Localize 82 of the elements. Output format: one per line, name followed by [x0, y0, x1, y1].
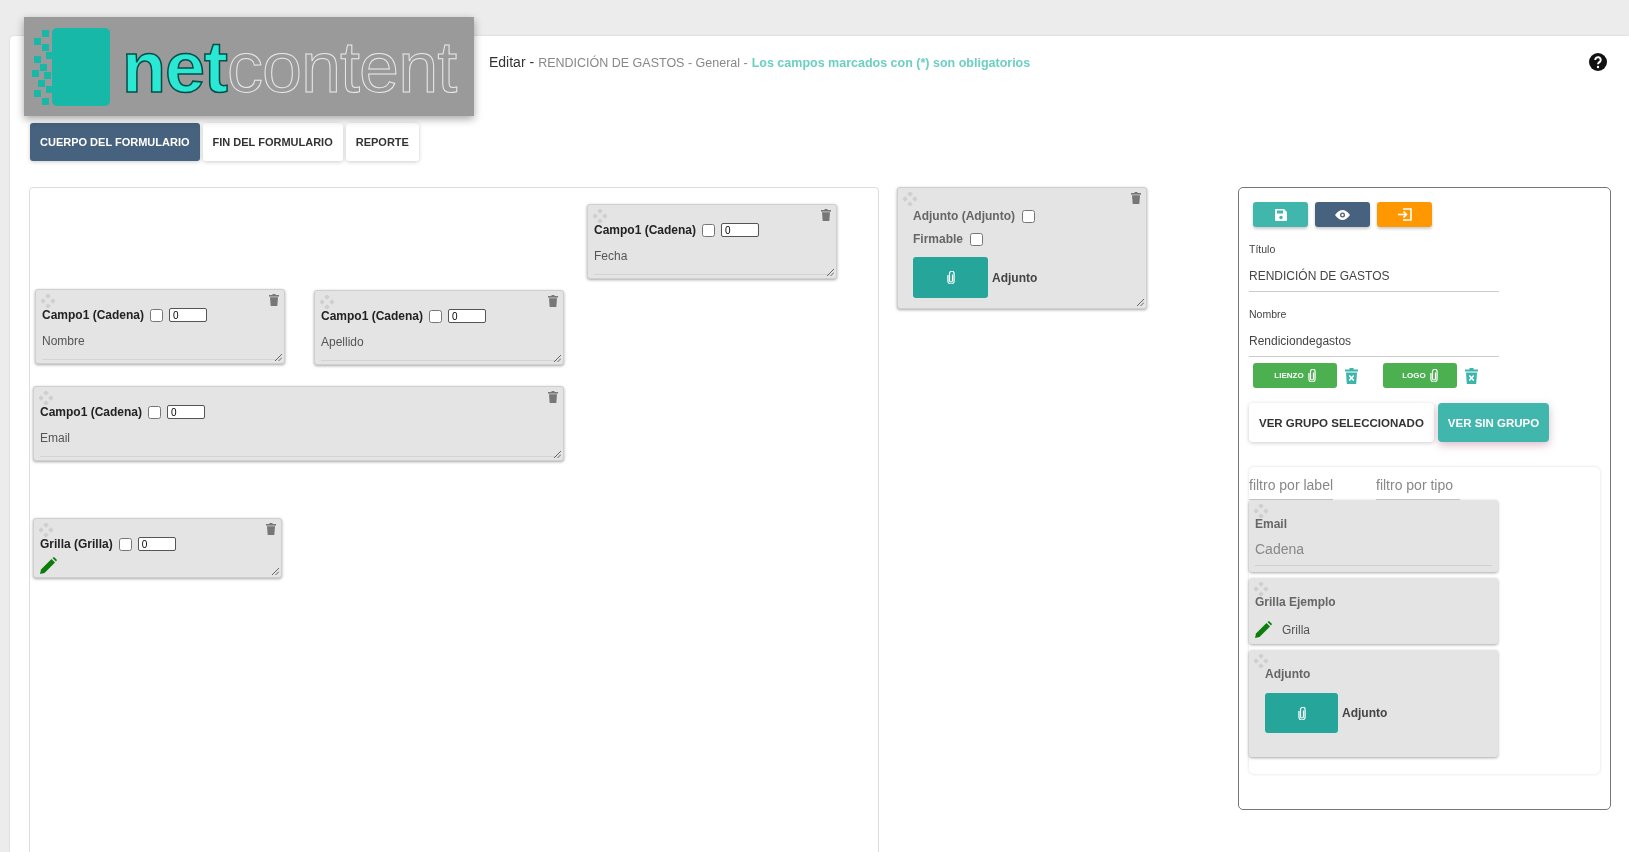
field-widget[interactable]: Campo1 (Cadena) 0 Apellido	[314, 290, 564, 365]
field-title: Campo1 (Cadena)	[594, 223, 697, 237]
field-label: Nombre	[42, 334, 86, 348]
field-list-item[interactable]: Email Cadena	[1249, 500, 1498, 572]
text-field[interactable]: Rendiciondegastos	[1249, 334, 1499, 356]
pencil-icon[interactable]	[40, 557, 57, 574]
field-title: Grilla (Grilla)	[40, 537, 113, 551]
delete-icon[interactable]	[1465, 367, 1478, 384]
attachment-label: Adjunto	[992, 270, 1038, 285]
help-icon[interactable]	[1589, 53, 1607, 71]
header-text: RENDICIÓN DE GASTOS - General -	[538, 56, 748, 70]
field-label: Título	[1249, 243, 1277, 255]
signable-checkbox[interactable]	[970, 232, 983, 246]
field-label: Nombre	[1249, 308, 1288, 320]
order-input[interactable]: 0	[721, 223, 760, 237]
trash-icon[interactable]	[548, 295, 558, 307]
header-text: Editar -	[489, 54, 535, 70]
filter-field[interactable]: filtro por label	[1249, 473, 1333, 500]
required-checkbox[interactable]	[702, 223, 716, 237]
group-toggle-button[interactable]: VER GRUPO SELECCIONADO	[1249, 403, 1434, 442]
order-input[interactable]: 0	[448, 309, 487, 323]
trash-icon[interactable]	[821, 209, 831, 221]
resize-grip-icon[interactable]	[553, 354, 561, 362]
field-list-item[interactable]: Adjunto Adjunto	[1249, 650, 1498, 757]
field-label: Email	[40, 431, 71, 445]
resize-grip-icon[interactable]	[1136, 298, 1144, 306]
item-type: Cadena	[1255, 541, 1492, 566]
required-checkbox[interactable]	[118, 537, 132, 551]
item-title: Grilla Ejemplo	[1255, 595, 1337, 609]
field-label: Apellido	[321, 335, 365, 349]
text-field[interactable]: RENDICIÓN DE GASTOS	[1249, 269, 1499, 291]
trash-icon[interactable]	[1131, 192, 1141, 204]
resize-grip-icon[interactable]	[553, 450, 561, 458]
paperclip-icon	[1307, 369, 1316, 382]
field-widget[interactable]: Campo1 (Cadena) 0 Fecha	[587, 204, 837, 279]
trash-icon[interactable]	[266, 523, 276, 535]
attach-button[interactable]	[913, 257, 988, 298]
field-label: Fecha	[594, 249, 629, 263]
save-button[interactable]	[1253, 202, 1308, 227]
field-list-item[interactable]: Grilla Ejemplo Grilla	[1249, 578, 1498, 644]
attachment-widget[interactable]: Adjunto (Adjunto) Firmable Adjunto	[897, 187, 1147, 309]
field-title: Campo1 (Cadena)	[42, 308, 145, 322]
field-widget[interactable]: Campo1 (Cadena) 0 Nombre	[35, 289, 285, 364]
item-title: Email	[1255, 517, 1288, 531]
required-checkbox[interactable]	[429, 309, 443, 323]
field-widget[interactable]: Campo1 (Cadena) 0 Email	[33, 386, 564, 461]
resize-grip-icon[interactable]	[271, 567, 279, 575]
exit-button[interactable]	[1377, 202, 1432, 227]
order-input[interactable]: 0	[169, 308, 208, 322]
paperclip-icon	[1297, 706, 1306, 720]
header-text: Los campos marcados con (*) son obligatorios	[751, 56, 1031, 70]
preview-button[interactable]	[1315, 202, 1370, 227]
field-title: Campo1 (Cadena)	[40, 405, 143, 419]
tab[interactable]: CUERPO DEL FORMULARIO	[30, 123, 200, 161]
required-checkbox[interactable]	[1021, 209, 1035, 223]
item-type: Grilla	[1282, 622, 1310, 637]
logo-text: netcontent	[122, 30, 457, 103]
trash-icon[interactable]	[269, 294, 279, 306]
required-checkbox[interactable]	[148, 405, 162, 419]
pencil-icon[interactable]	[1255, 621, 1272, 638]
paperclip-icon	[946, 271, 955, 284]
exit-icon	[1397, 208, 1412, 221]
field-widget[interactable]: Grilla (Grilla) 0	[33, 518, 282, 578]
logo-icon	[30, 25, 112, 108]
paperclip-icon	[1429, 369, 1438, 382]
eye-icon	[1335, 209, 1350, 220]
signable-label: Firmable	[913, 232, 963, 246]
resize-grip-icon[interactable]	[274, 353, 282, 361]
trash-icon[interactable]	[548, 391, 558, 403]
field-title: Adjunto (Adjunto)	[913, 209, 1015, 223]
save-icon	[1274, 208, 1287, 221]
resize-grip-icon[interactable]	[826, 268, 834, 276]
order-input[interactable]: 0	[137, 537, 176, 551]
item-title: Adjunto	[1265, 667, 1312, 681]
order-input[interactable]: 0	[167, 405, 206, 419]
field-title: Campo1 (Cadena)	[321, 309, 424, 323]
attach-button[interactable]	[1265, 693, 1338, 733]
tab[interactable]: FIN DEL FORMULARIO	[202, 123, 343, 161]
tab[interactable]: REPORTE	[345, 123, 419, 161]
item-type: Adjunto	[1342, 706, 1388, 720]
delete-icon[interactable]	[1345, 367, 1358, 384]
required-checkbox[interactable]	[150, 308, 164, 322]
